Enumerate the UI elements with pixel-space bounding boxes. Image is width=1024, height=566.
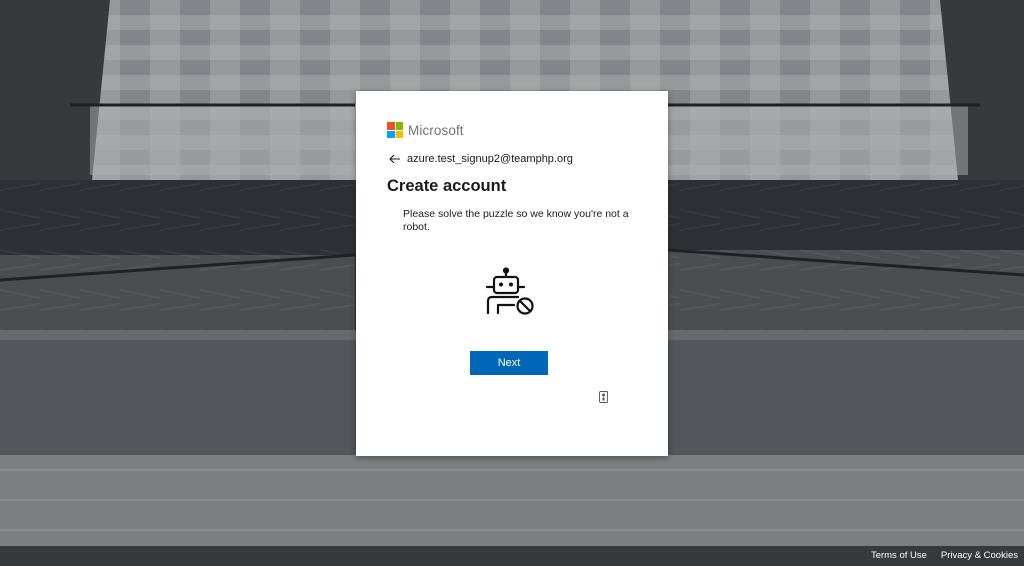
signup-card: Microsoft azure.test_signup2@teamphp.org… [356, 91, 668, 456]
page-title: Create account [387, 177, 507, 195]
logo-square-blue [387, 130, 395, 138]
terms-of-use-link[interactable]: Terms of Use [871, 550, 927, 561]
logo-square-yellow [395, 130, 403, 138]
back-arrow-icon[interactable] [389, 153, 401, 165]
robot-blocked-icon [485, 267, 534, 315]
identity-banner: azure.test_signup2@teamphp.org [389, 152, 573, 166]
next-button[interactable]: Next [470, 351, 548, 375]
microsoft-logo: Microsoft [387, 122, 464, 138]
puzzle-description: Please solve the puzzle so we know you'r… [403, 208, 629, 233]
identity-email: azure.test_signup2@teamphp.org [407, 153, 573, 165]
audio-challenge-icon[interactable] [599, 391, 608, 403]
logo-square-green [395, 122, 403, 130]
privacy-cookies-link[interactable]: Privacy & Cookies [941, 550, 1018, 561]
logo-text: Microsoft [408, 122, 464, 138]
logo-square-red [387, 122, 395, 130]
page-footer: Terms of Use Privacy & Cookies [0, 546, 1024, 566]
microsoft-logo-icon [387, 122, 403, 138]
footer-links: Terms of Use Privacy & Cookies [871, 550, 1018, 561]
